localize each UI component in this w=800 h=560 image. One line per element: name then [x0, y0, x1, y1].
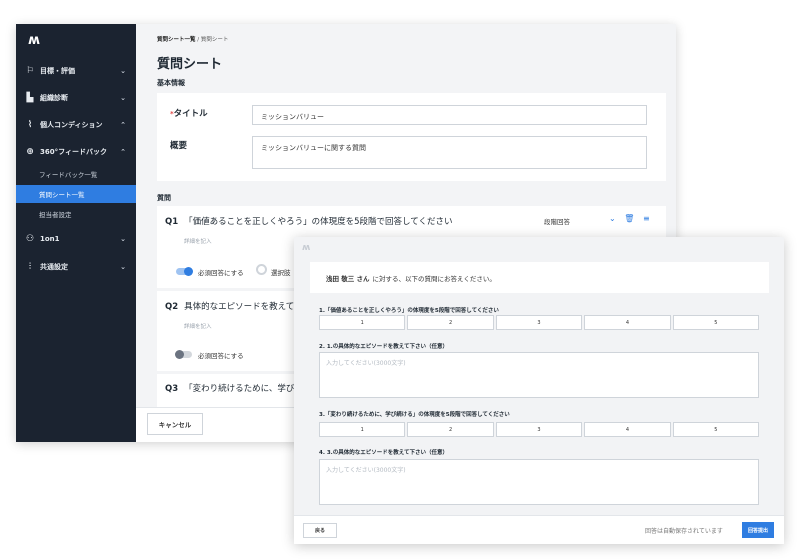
back-button[interactable]: 戻る: [303, 523, 337, 538]
preview-question-label: 1.「価値あることを正しくやろう」の体現度を5段階で回答してください: [319, 308, 499, 314]
rating-option[interactable]: 5: [672, 315, 760, 330]
rating-option[interactable]: 3: [495, 422, 583, 437]
rating-option[interactable]: 4: [584, 422, 671, 437]
rating-scale: 1 2 3 4 5: [319, 422, 760, 437]
sidebar-item-label: 1on1: [40, 235, 60, 243]
sliders-icon: ⫶: [28, 262, 32, 272]
submit-answers-button[interactable]: 回答提出: [742, 522, 774, 538]
sidebar-item-label: 組織診断: [40, 94, 68, 102]
pulse-icon: ⌇: [27, 120, 33, 130]
title-input[interactable]: ミッションバリュー: [252, 105, 647, 125]
page-title: 質問シート: [157, 57, 223, 72]
sidebar-item-label: 個人コンディション: [40, 121, 103, 129]
autosave-status: 回答は自動保存されています: [645, 528, 723, 535]
rating-option[interactable]: 5: [672, 422, 760, 437]
required-toggle[interactable]: [176, 267, 193, 276]
basic-info-card: *タイトル ミッションバリュー 概要 ミッションバリューに関する質問: [157, 93, 666, 181]
question-text: 「変わり続けるために、学び: [184, 384, 295, 394]
sidebar-item-goals[interactable]: ⚐ 目標・評価 ⌄: [16, 61, 136, 81]
sidebar-item-org-diagnosis[interactable]: ▙ 組織診断 ⌄: [16, 88, 136, 108]
chevron-down-icon: ⌄: [120, 235, 126, 243]
cancel-button[interactable]: キャンセル: [147, 413, 203, 435]
answer-type-select[interactable]: 段階回答: [544, 216, 570, 226]
rating-scale: 1 2 3 4 5: [319, 315, 760, 330]
options-toggle-label: 選択肢: [271, 269, 291, 277]
question-text: 「価値あることを正しくやろう」の体現度を5段階で回答してください: [184, 217, 453, 227]
question-number: Q1: [165, 217, 179, 227]
sidebar-item-condition[interactable]: ⌇ 個人コンディション ⌃: [16, 115, 136, 135]
question-detail-placeholder[interactable]: 詳細を記入: [184, 237, 212, 245]
chevron-down-icon: ⌄: [120, 94, 126, 102]
sidebar-item-common-settings[interactable]: ⫶ 共通設定 ⌄: [16, 257, 136, 277]
bar-chart-icon: ▙: [26, 93, 34, 103]
sidebar-item-label: 目標・評価: [40, 67, 75, 75]
sidebar-item-label: 360°フィードバック: [40, 148, 107, 156]
sidebar-item-360-feedback[interactable]: ⊕ 360°フィードバック ⌃: [16, 142, 136, 162]
flag-icon: ⚐: [25, 66, 35, 76]
basic-info-heading: 基本情報: [157, 79, 185, 87]
question-title[interactable]: Q2 具体的なエピソードを教えて: [165, 300, 294, 312]
preview-footer: 戻る 回答は自動保存されています 回答提出: [294, 515, 784, 544]
people-icon: ⚇: [25, 234, 35, 244]
trash-icon[interactable]: 🗑: [624, 214, 634, 223]
breadcrumb: 質問シート一覧 / 質問シート: [157, 35, 228, 43]
answer-preview-window: ʍ 浅田 敬三 さん に対する、以下の質問にお答えください。 1.「価値あること…: [294, 237, 784, 544]
rating-option[interactable]: 1: [319, 315, 406, 330]
greeting-text: に対する、以下の質問にお答えください。: [372, 274, 496, 283]
sidebar-item-label: 共通設定: [40, 263, 68, 271]
breadcrumb-parent-link[interactable]: 質問シート一覧: [157, 37, 196, 43]
title-label: *タイトル: [170, 107, 208, 119]
chevron-down-icon: ⌄: [120, 67, 126, 75]
required-toggle-label: 必須回答にする: [198, 352, 244, 360]
rating-option[interactable]: 3: [495, 315, 583, 330]
greeting-banner: 浅田 敬三 さん に対する、以下の質問にお答えください。: [310, 262, 769, 293]
chevron-down-icon[interactable]: ⌄: [609, 214, 616, 223]
sidebar-subitem-feedback-list[interactable]: フィードバック一覧: [16, 165, 136, 183]
rating-option[interactable]: 2: [407, 315, 494, 330]
required-toggle[interactable]: [175, 350, 192, 359]
app-logo[interactable]: ʍ: [28, 33, 40, 48]
preview-question-label: 2. 1.の具体的なエピソードを教えて下さい（任意）: [319, 344, 448, 350]
sidebar: ʍ ⚐ 目標・評価 ⌄ ▙ 組織診断 ⌄ ⌇ 個人コンディション ⌃ ⊕ 360…: [16, 24, 136, 442]
sidebar-subitem-question-sheets[interactable]: 質問シート一覧: [16, 185, 136, 203]
sidebar-item-1on1[interactable]: ⚇ 1on1 ⌄: [16, 229, 136, 249]
respondent-target-name: 浅田 敬三 さん: [326, 274, 370, 283]
chevron-up-icon: ⌃: [120, 148, 126, 156]
preview-question-label: 3.「変わり続けるために、学び続ける」の体現度を5段階で回答してください: [319, 412, 510, 418]
preview-question-label: 4. 3.の具体的なエピソードを教えて下さい（任意）: [319, 450, 448, 456]
question-number: Q2: [165, 302, 179, 312]
required-toggle-label: 必須回答にする: [198, 269, 244, 277]
breadcrumb-current: 質問シート: [200, 37, 229, 43]
summary-textarea[interactable]: ミッションバリューに関する質問: [252, 136, 647, 169]
answer-textarea[interactable]: 入力してください(3000文字): [319, 352, 759, 398]
rating-option[interactable]: 4: [584, 315, 671, 330]
question-detail-placeholder[interactable]: 詳細を記入: [184, 322, 212, 330]
questions-heading: 質問: [157, 194, 171, 202]
preview-logo: ʍ: [302, 243, 310, 253]
feedback-icon: ⊕: [26, 147, 34, 157]
question-number: Q3: [165, 384, 179, 394]
chevron-up-icon: ⌃: [120, 121, 126, 129]
answer-textarea[interactable]: 入力してください(3000文字): [319, 459, 759, 505]
rating-option[interactable]: 2: [407, 422, 494, 437]
question-text: 具体的なエピソードを教えて: [184, 302, 295, 312]
title-label-text: タイトル: [173, 109, 208, 119]
question-title[interactable]: Q1 「価値あることを正しくやろう」の体現度を5段階で回答してください: [165, 215, 453, 227]
sidebar-subitem-assignees[interactable]: 担当者設定: [16, 205, 136, 223]
rating-option[interactable]: 1: [319, 422, 406, 437]
question-actions: ⌄ 🗑 ≡: [609, 214, 650, 223]
radio-icon[interactable]: [256, 264, 267, 275]
question-title[interactable]: Q3 「変わり続けるために、学び: [165, 382, 294, 394]
drag-handle-icon[interactable]: ≡: [643, 214, 650, 223]
summary-label: 概要: [170, 141, 188, 151]
chevron-down-icon: ⌄: [120, 263, 126, 271]
